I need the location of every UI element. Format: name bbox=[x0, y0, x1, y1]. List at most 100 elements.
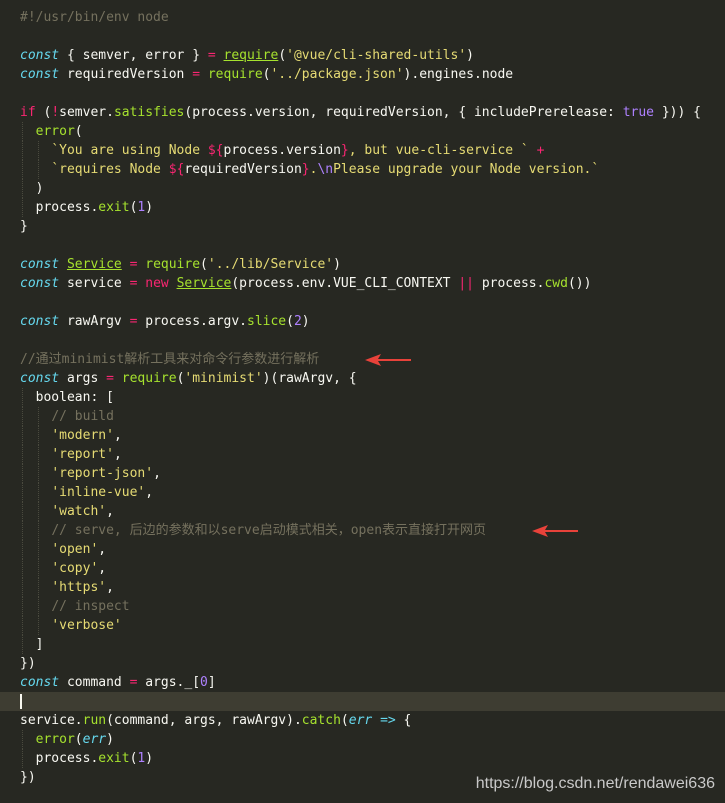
indent-guide bbox=[22, 559, 24, 578]
code-line[interactable]: 'report', bbox=[0, 445, 725, 464]
code-line[interactable]: // inspect bbox=[0, 597, 725, 616]
code-token: const bbox=[20, 371, 60, 386]
code-line[interactable]: `You are using Node ${process.version}, … bbox=[0, 141, 725, 160]
code-line[interactable]: // build bbox=[0, 407, 725, 426]
code-line[interactable]: error(err) bbox=[0, 730, 725, 749]
code-token: const bbox=[20, 67, 60, 82]
code-line[interactable]: const { semver, error } = require('@vue/… bbox=[0, 46, 725, 65]
code-token: ).engines.node bbox=[403, 67, 514, 82]
code-token: // build bbox=[51, 409, 114, 424]
indent-guide bbox=[22, 426, 24, 445]
code-token: 'report' bbox=[51, 447, 114, 462]
code-line[interactable]: ] bbox=[0, 635, 725, 654]
code-line[interactable]: error( bbox=[0, 122, 725, 141]
code-line[interactable]: if (!semver.satisfies(process.version, r… bbox=[0, 103, 725, 122]
code-token: Service bbox=[66, 257, 122, 272]
code-line[interactable] bbox=[0, 236, 725, 255]
code-token: , bbox=[98, 542, 107, 557]
code-token: run bbox=[82, 713, 107, 728]
code-line[interactable]: 'https', bbox=[0, 578, 725, 597]
code-line[interactable]: }) bbox=[0, 654, 725, 673]
indent-guide bbox=[38, 559, 40, 578]
current-line[interactable] bbox=[0, 692, 725, 711]
code-line[interactable]: 'inline-vue', bbox=[0, 483, 725, 502]
code-token: || bbox=[458, 276, 474, 291]
code-token: const bbox=[20, 276, 60, 291]
code-line[interactable]: process.exit(1) bbox=[0, 198, 725, 217]
code-line[interactable] bbox=[0, 331, 725, 350]
code-line[interactable]: 'modern', bbox=[0, 426, 725, 445]
code-token: => bbox=[380, 713, 396, 728]
code-token: rawArgv bbox=[59, 314, 130, 329]
code-token: true bbox=[622, 105, 654, 120]
code-token: (command, args, rawArgv). bbox=[106, 713, 302, 728]
indent-guide bbox=[22, 160, 24, 179]
code-line[interactable]: 'report-json', bbox=[0, 464, 725, 483]
code-line[interactable]: //通过minimist解析工具来对命令行参数进行解析 bbox=[0, 350, 725, 369]
code-token: 2 bbox=[293, 314, 302, 329]
code-token: // serve, 后边的参数和以serve启动模式相关，open表示直接打开网… bbox=[51, 523, 487, 538]
code-line[interactable]: const rawArgv = process.argv.slice(2) bbox=[0, 312, 725, 331]
code-line[interactable]: const args = require('minimist')(rawArgv… bbox=[0, 369, 725, 388]
code-line[interactable]: #!/usr/bin/env node bbox=[0, 8, 725, 27]
code-line[interactable]: const service = new Service(process.env.… bbox=[0, 274, 725, 293]
code-token: = bbox=[192, 67, 201, 82]
code-token: }) bbox=[20, 656, 36, 671]
code-token: = bbox=[106, 371, 114, 386]
code-line[interactable]: const requiredVersion = require('../pack… bbox=[0, 65, 725, 84]
code-editor[interactable]: #!/usr/bin/env node const { semver, error… bbox=[0, 8, 725, 787]
code-token: `You are using Node bbox=[51, 143, 208, 158]
text-cursor bbox=[20, 694, 22, 709]
code-token: \n bbox=[317, 162, 334, 177]
code-line[interactable]: 'copy', bbox=[0, 559, 725, 578]
code-token: err bbox=[82, 732, 107, 747]
code-token: , bbox=[106, 580, 114, 595]
code-token: // inspect bbox=[51, 599, 130, 614]
code-token: command bbox=[59, 675, 130, 690]
code-token: ( bbox=[340, 713, 349, 728]
code-line[interactable]: 'verbose' bbox=[0, 616, 725, 635]
code-line[interactable]: const command = args._[0] bbox=[0, 673, 725, 692]
code-line[interactable]: 'open', bbox=[0, 540, 725, 559]
code-line[interactable]: service.run(command, args, rawArgv).catc… bbox=[0, 711, 725, 730]
annotation-arrow-icon bbox=[365, 354, 411, 366]
indent-guide bbox=[22, 388, 24, 407]
code-token: process.argv. bbox=[137, 314, 247, 329]
code-line[interactable]: `requires Node ${requiredVersion}.\nPlea… bbox=[0, 160, 725, 179]
code-token: #!/usr/bin/env node bbox=[20, 10, 169, 25]
code-token: ( bbox=[35, 105, 52, 120]
code-line[interactable]: const Service = require('../lib/Service'… bbox=[0, 255, 725, 274]
code-line[interactable] bbox=[0, 84, 725, 103]
code-line[interactable]: } bbox=[0, 217, 725, 236]
code-token: (process.version, requiredVersion, { inc… bbox=[184, 105, 623, 120]
indent-guide bbox=[38, 521, 40, 540]
code-token: args._[ bbox=[137, 675, 201, 690]
code-token: cwd bbox=[544, 276, 568, 291]
code-line[interactable]: ) bbox=[0, 179, 725, 198]
watermark: https://blog.csdn.net/rendawei636 bbox=[475, 775, 715, 792]
code-line[interactable]: boolean: [ bbox=[0, 388, 725, 407]
code-line[interactable]: 'watch', bbox=[0, 502, 725, 521]
indent-guide bbox=[38, 540, 40, 559]
code-token: 'inline-vue' bbox=[51, 485, 146, 500]
code-token: requiredVersion bbox=[59, 67, 193, 82]
indent-guide bbox=[38, 160, 40, 179]
code-token: 'https' bbox=[51, 580, 107, 595]
code-token: process. bbox=[474, 276, 545, 291]
code-line[interactable] bbox=[0, 27, 725, 46]
code-line[interactable]: process.exit(1) bbox=[0, 749, 725, 768]
code-token: const bbox=[20, 314, 60, 329]
code-token: ) bbox=[466, 48, 474, 63]
code-token: const bbox=[20, 257, 60, 272]
code-token: exit bbox=[98, 751, 130, 766]
code-line[interactable] bbox=[0, 293, 725, 312]
code-line[interactable]: // serve, 后边的参数和以serve启动模式相关，open表示直接打开网… bbox=[0, 521, 725, 540]
